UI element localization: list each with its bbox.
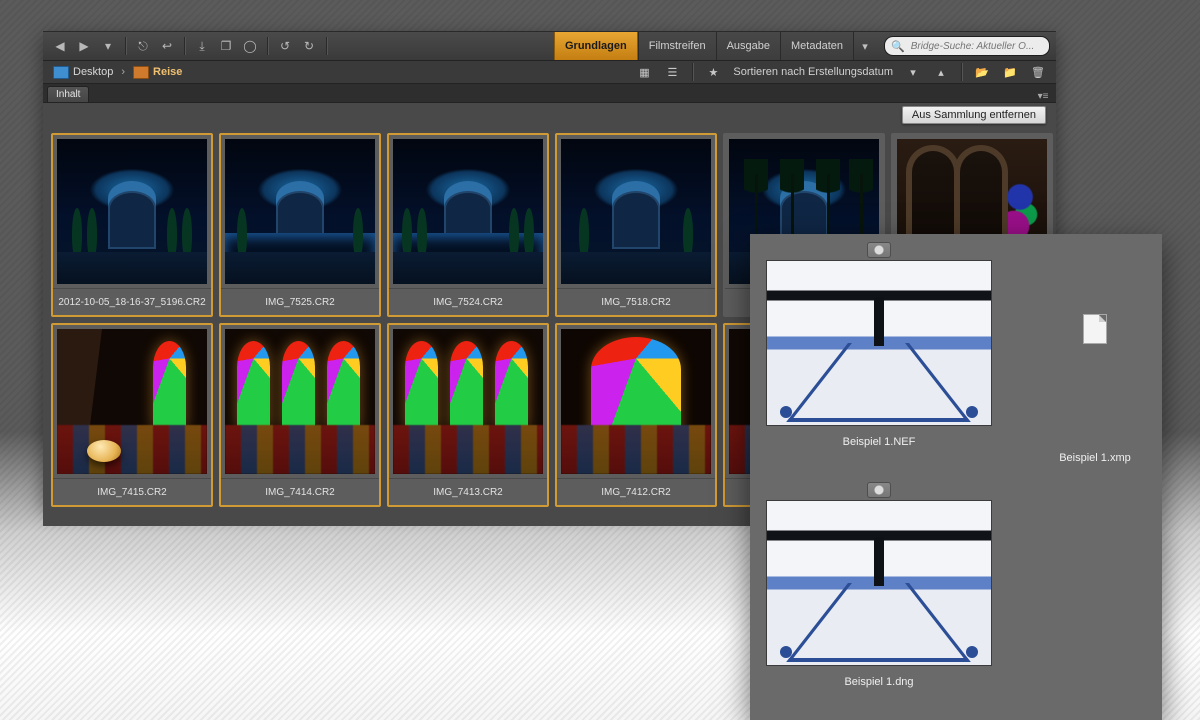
thumbnail-filename: IMG_7524.CR2: [389, 288, 547, 315]
history-dropdown-icon[interactable]: ▾: [97, 37, 119, 55]
thumbnail-item[interactable]: IMG_7525.CR2: [219, 133, 381, 317]
view-tools: ▦ ☰ ★ Sortieren nach Erstellungsdatum ▾ …: [632, 63, 1050, 81]
nav-button-group: ◀ ▶ ▾ ⎋ ↩ ⤓ ❐ ◯ ↺ ↻: [49, 37, 331, 55]
thumbnail-image: [225, 139, 375, 284]
thumbnail-image: [766, 500, 992, 666]
chevron-down-icon[interactable]: ▾: [901, 64, 925, 80]
thumbnail-filename: IMG_7525.CR2: [221, 288, 379, 315]
panel-menu-icon[interactable]: ▾≡: [1034, 90, 1052, 102]
thumbnail-image: [393, 329, 543, 474]
workspace-tab-ausgabe[interactable]: Ausgabe: [716, 32, 780, 60]
main-toolbar: ◀ ▶ ▾ ⎋ ↩ ⤓ ❐ ◯ ↺ ↻ Grundlagen Filmstrei…: [43, 32, 1056, 61]
thumbnail-filename: IMG_7414.CR2: [221, 478, 379, 505]
thumbnail-item[interactable]: 2012-10-05_18-16-37_5196.CR2: [51, 133, 213, 317]
folder-blue-icon: [53, 66, 69, 79]
workspace-tab-grundlagen[interactable]: Grundlagen: [554, 32, 638, 60]
file-item-nef[interactable]: Beispiel 1.NEF: [766, 242, 992, 448]
tab-inhalt[interactable]: Inhalt: [47, 86, 89, 102]
reveal-icon[interactable]: ⎋: [132, 37, 154, 55]
thumbnail-filename: 2012-10-05_18-16-37_5196.CR2: [53, 288, 211, 315]
thumbnails-view-icon[interactable]: ▦: [632, 64, 656, 80]
rating-star-icon[interactable]: ★: [701, 64, 725, 80]
thumbnail-item[interactable]: IMG_7414.CR2: [219, 323, 381, 507]
thumbnail-item[interactable]: IMG_7415.CR2: [51, 323, 213, 507]
breadcrumb-separator-icon: ›: [121, 66, 125, 78]
xmp-file-icon: [1083, 314, 1107, 344]
forward-icon[interactable]: ▶: [73, 37, 95, 55]
thumbnail-image: [57, 139, 207, 284]
breadcrumb-label: Desktop: [73, 66, 113, 78]
workspace-more-icon[interactable]: ▾: [853, 32, 876, 60]
thumbnail-filename: IMG_7412.CR2: [557, 478, 715, 505]
path-bar: Desktop › Reise ▦ ☰ ★ Sortieren nach Ers…: [43, 61, 1056, 84]
thumbnail-image: [225, 329, 375, 474]
breadcrumb-desktop[interactable]: Desktop: [49, 64, 117, 81]
thumbnail-item[interactable]: IMG_7413.CR2: [387, 323, 549, 507]
sort-direction-icon[interactable]: ▴: [929, 64, 953, 80]
remove-from-collection-button[interactable]: Aus Sammlung entfernen: [902, 106, 1046, 124]
toolbar-separator: [267, 37, 268, 55]
file-item-dng[interactable]: Beispiel 1.dng: [766, 482, 992, 688]
thumbnail-image: [561, 139, 711, 284]
thumbnail-image: [57, 329, 207, 474]
acr-badge-icon: [867, 482, 891, 498]
search-icon: 🔍: [891, 40, 905, 53]
thumbnail-filename: IMG_7415.CR2: [53, 478, 211, 505]
thumbnail-item[interactable]: IMG_7518.CR2: [555, 133, 717, 317]
details-view-icon[interactable]: ☰: [660, 64, 684, 80]
thumbnail-filename: IMG_7413.CR2: [389, 478, 547, 505]
file-caption: Beispiel 1.xmp: [1040, 452, 1150, 464]
toolbar-separator: [961, 63, 962, 81]
acr-badge-icon: [867, 242, 891, 258]
folder-orange-icon: [133, 66, 149, 79]
refine-icon[interactable]: ❐: [215, 37, 237, 55]
secondary-panel: Beispiel 1.NEF Beispiel 1.xmp Beispiel 1…: [750, 234, 1162, 720]
file-caption: Beispiel 1.dng: [766, 676, 992, 688]
panel-tabbar: Inhalt ▾≡: [43, 84, 1056, 103]
rotate-ccw-icon[interactable]: ↺: [274, 37, 296, 55]
thumbnail-item[interactable]: IMG_7412.CR2: [555, 323, 717, 507]
thumbnail-item[interactable]: IMG_7524.CR2: [387, 133, 549, 317]
breadcrumb-reise[interactable]: Reise: [129, 64, 186, 81]
trash-icon[interactable]: 🗑: [1026, 64, 1050, 80]
file-caption: Beispiel 1.NEF: [766, 436, 992, 448]
workspace-tab-metadaten[interactable]: Metadaten: [780, 32, 853, 60]
workspace-tab-filmstreifen[interactable]: Filmstreifen: [638, 32, 716, 60]
toolbar-separator: [692, 63, 693, 81]
sort-label[interactable]: Sortieren nach Erstellungsdatum: [729, 66, 897, 78]
thumbnail-image: [393, 139, 543, 284]
search-field[interactable]: 🔍: [884, 36, 1050, 56]
camera-download-icon[interactable]: ⤓: [191, 37, 213, 55]
boomerang-icon[interactable]: ↩: [156, 37, 178, 55]
toolbar-separator: [326, 37, 327, 55]
new-folder-icon[interactable]: 📁: [998, 64, 1022, 80]
breadcrumb-label: Reise: [153, 66, 182, 78]
file-item-xmp[interactable]: Beispiel 1.xmp: [1040, 314, 1150, 464]
search-input[interactable]: [909, 40, 1043, 53]
thumbnail-image: [561, 329, 711, 474]
toolbar-separator: [125, 37, 126, 55]
workspace-switcher: Grundlagen Filmstreifen Ausgabe Metadate…: [554, 32, 876, 60]
thumbnail-filename: IMG_7518.CR2: [557, 288, 715, 315]
toolbar-separator: [184, 37, 185, 55]
thumbnail-image: [766, 260, 992, 426]
open-raw-icon[interactable]: ◯: [239, 37, 261, 55]
rotate-cw-icon[interactable]: ↻: [298, 37, 320, 55]
open-recent-icon[interactable]: 📂: [970, 64, 994, 80]
back-icon[interactable]: ◀: [49, 37, 71, 55]
